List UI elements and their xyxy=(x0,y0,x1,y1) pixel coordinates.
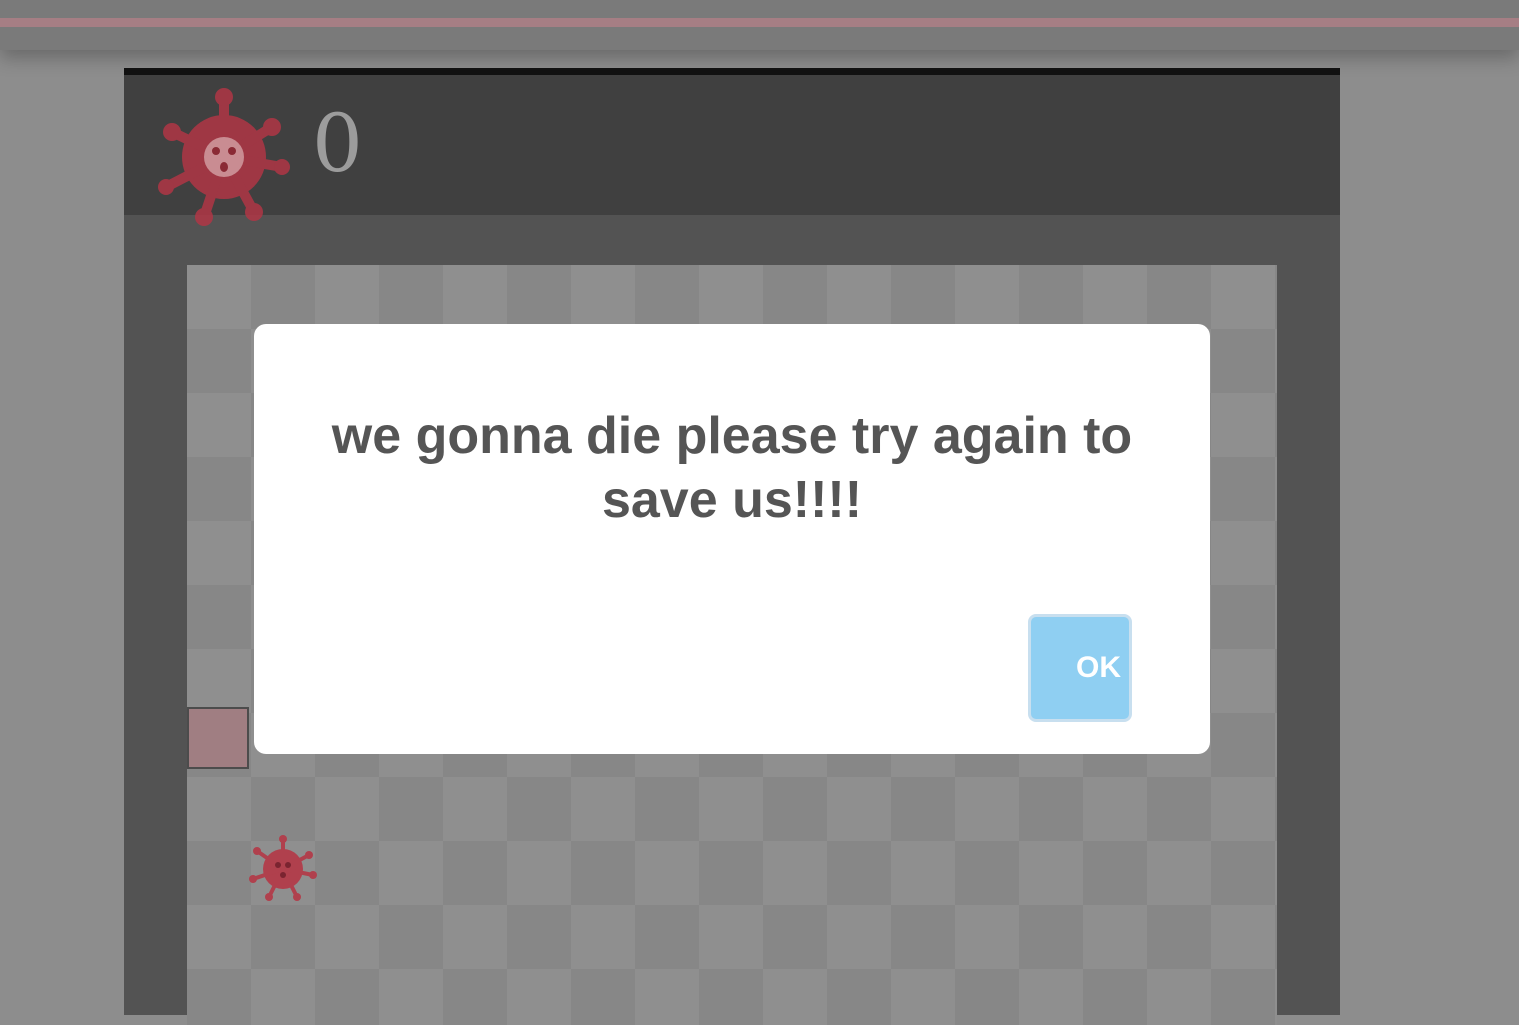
ok-button[interactable]: OK xyxy=(1028,614,1132,722)
modal-overlay: we gonna die please try again to save us… xyxy=(0,0,1519,995)
dialog-message: we gonna die please try again to save us… xyxy=(331,407,1133,529)
game-over-dialog: we gonna die please try again to save us… xyxy=(254,324,1210,754)
